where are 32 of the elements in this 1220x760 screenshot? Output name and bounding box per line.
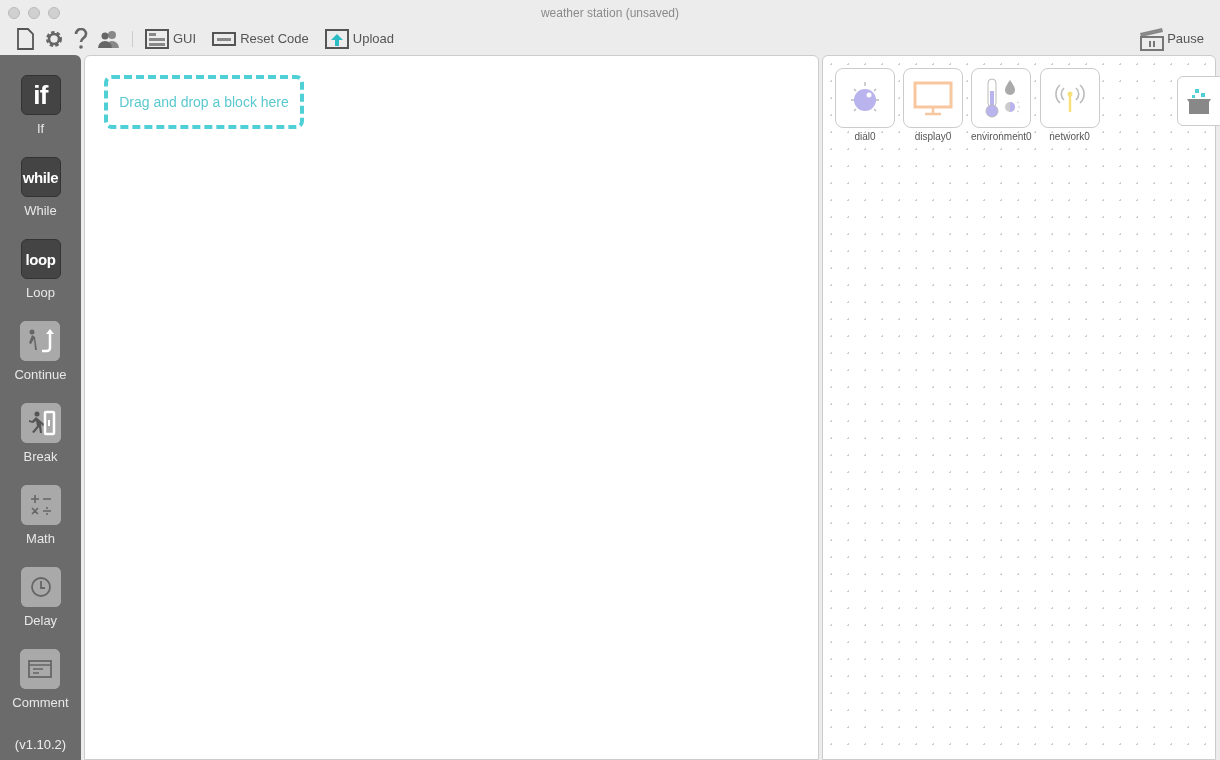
runner-door-icon [20,403,61,443]
toolbar-button[interactable]: Upload [324,29,394,49]
pause-button[interactable]: Pause [1139,27,1204,51]
palette-block[interactable]: Continue [14,321,67,403]
math-icon [20,485,61,525]
palette-block[interactable]: Math [20,485,61,567]
window-title: weather station (unsaved) [540,5,680,22]
users-icon[interactable] [98,30,120,48]
new-file-icon[interactable] [16,28,34,50]
clapperboard-icon [1139,27,1166,51]
help-icon[interactable] [74,28,88,50]
upload-icon [324,29,349,49]
palette-block[interactable]: Delay [20,567,61,649]
toolbar-button[interactable]: GUI [145,29,197,49]
palette-block[interactable]: Break [20,403,61,485]
toolbar-button[interactable]: Reset Code [212,29,309,49]
version-label: (v1.10.2) [14,735,67,754]
palette-block[interactable]: Comment [12,649,69,731]
window-icon [145,29,169,49]
block-icon: loop [20,239,61,279]
clock-icon [20,567,61,607]
comment-icon [20,649,61,689]
block-icon: if [20,75,61,115]
palette-block[interactable]: if If [20,75,61,157]
battery-icon [212,31,237,47]
blocks-box-button[interactable] [1177,76,1220,126]
settings-icon[interactable] [44,29,64,49]
walker-arrow-icon [20,321,61,361]
box-icon [1185,87,1213,115]
palette-block[interactable]: while While [20,157,61,239]
block-icon: while [20,157,61,197]
palette-block[interactable]: loop Loop [20,239,61,321]
